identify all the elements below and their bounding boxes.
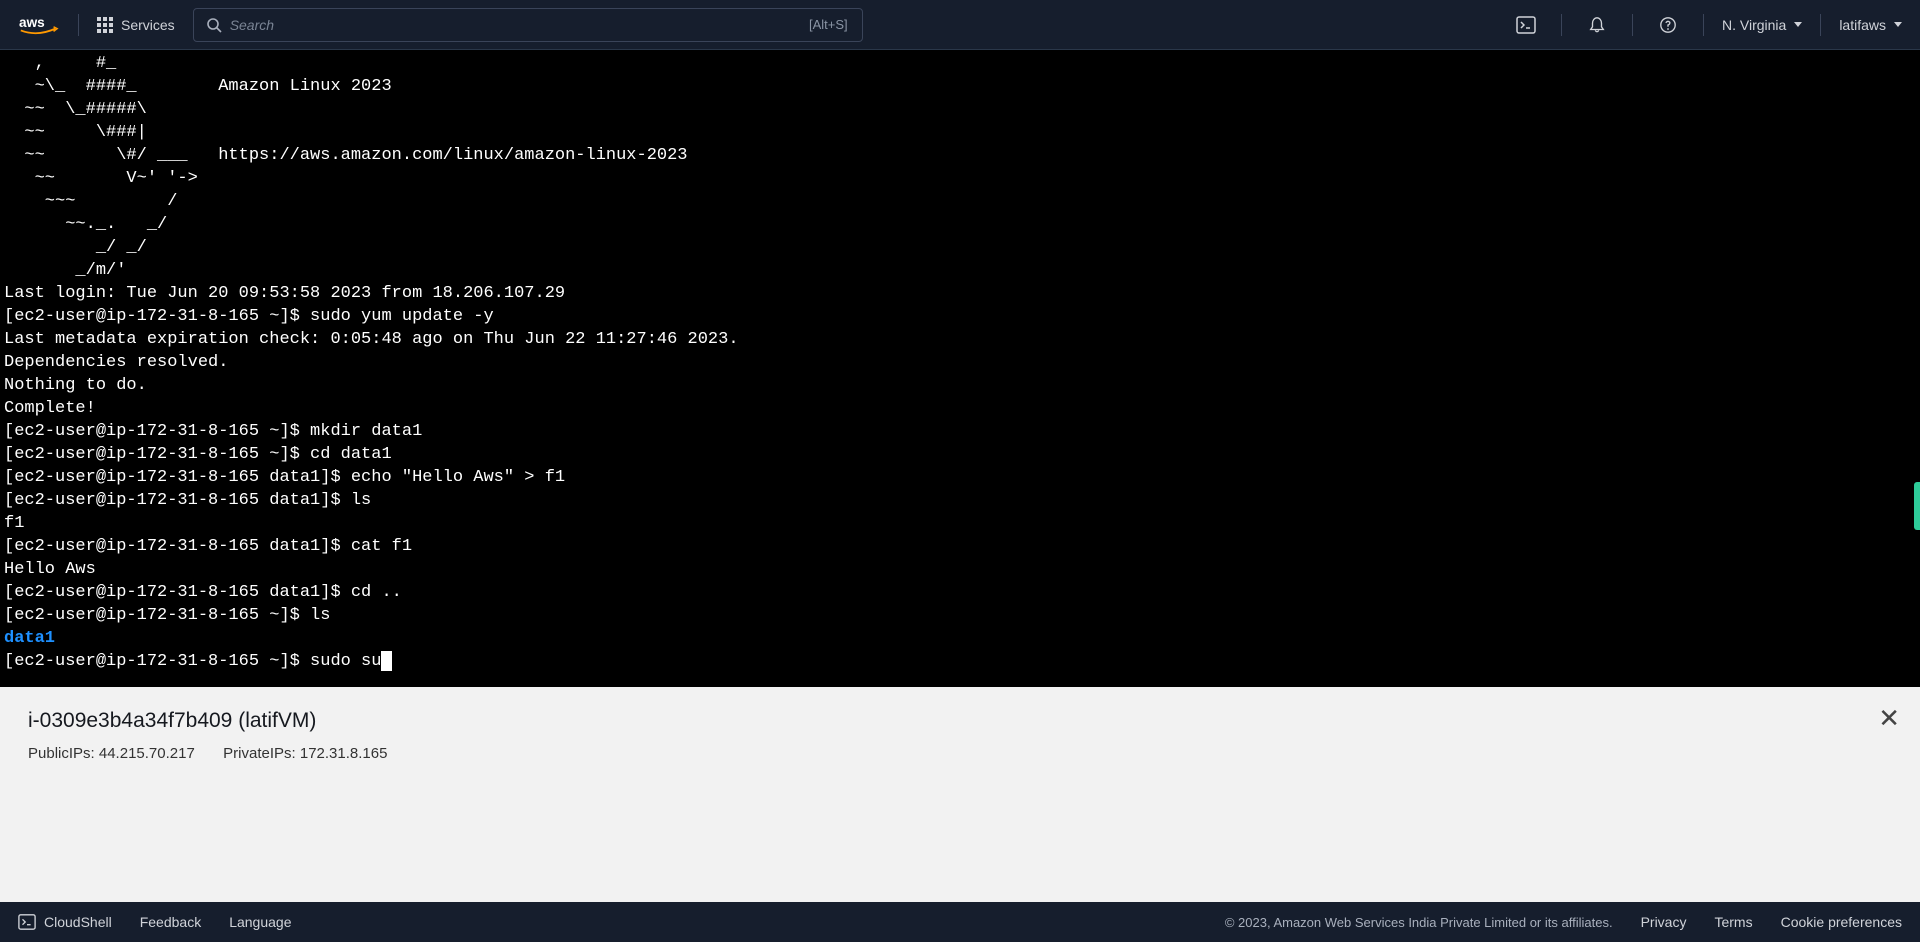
- account-selector[interactable]: latifaws: [1839, 17, 1902, 33]
- notifications-icon[interactable]: [1580, 8, 1614, 42]
- services-button[interactable]: Services: [97, 17, 175, 33]
- nav-separator: [1561, 14, 1562, 36]
- nav-separator: [1632, 14, 1633, 36]
- cookie-link[interactable]: Cookie preferences: [1781, 914, 1902, 930]
- region-selector[interactable]: N. Virginia: [1722, 17, 1802, 33]
- account-label: latifaws: [1839, 17, 1886, 33]
- terms-link[interactable]: Terms: [1714, 914, 1752, 930]
- close-icon[interactable]: ✕: [1878, 705, 1900, 731]
- search-icon: [206, 17, 222, 33]
- bottom-left: CloudShell Feedback Language: [18, 913, 292, 931]
- instance-title: i-0309e3b4a34f7b409 (latifVM): [28, 709, 1892, 733]
- nav-right: N. Virginia latifaws: [1509, 8, 1902, 42]
- search-shortcut-hint: [Alt+S]: [809, 17, 848, 32]
- terminal[interactable]: , #_ ~\_ ####_ Amazon Linux 2023 ~~ \_##…: [0, 50, 1920, 687]
- grid-icon: [97, 17, 113, 33]
- cloudshell-button[interactable]: CloudShell: [18, 913, 112, 931]
- cloudshell-icon[interactable]: [1509, 8, 1543, 42]
- region-label: N. Virginia: [1722, 17, 1786, 33]
- side-handle[interactable]: [1914, 482, 1920, 530]
- copyright-text: © 2023, Amazon Web Services India Privat…: [1225, 915, 1613, 930]
- chevron-down-icon: [1894, 22, 1902, 27]
- svg-text:aws: aws: [19, 15, 45, 30]
- nav-separator: [1703, 14, 1704, 36]
- aws-logo[interactable]: aws: [18, 15, 60, 35]
- help-icon[interactable]: [1651, 8, 1685, 42]
- top-nav: aws Services [Alt+S]: [0, 0, 1920, 50]
- instance-info-panel: ✕ i-0309e3b4a34f7b409 (latifVM) PublicIP…: [0, 687, 1920, 902]
- bottom-right: © 2023, Amazon Web Services India Privat…: [1225, 914, 1902, 930]
- instance-ips: PublicIPs: 44.215.70.217 PrivateIPs: 172…: [28, 745, 1892, 762]
- cloudshell-label: CloudShell: [44, 914, 112, 930]
- search-box[interactable]: [Alt+S]: [193, 8, 863, 42]
- nav-separator: [1820, 14, 1821, 36]
- cloudshell-icon: [18, 913, 36, 931]
- search-input[interactable]: [230, 17, 850, 33]
- feedback-link[interactable]: Feedback: [140, 914, 201, 930]
- language-link[interactable]: Language: [229, 914, 291, 930]
- bottom-bar: CloudShell Feedback Language © 2023, Ama…: [0, 902, 1920, 942]
- privacy-link[interactable]: Privacy: [1641, 914, 1687, 930]
- private-ip-value: 172.31.8.165: [300, 745, 388, 762]
- private-ip-label: PrivateIPs:: [223, 745, 296, 762]
- public-ip-value: 44.215.70.217: [99, 745, 195, 762]
- chevron-down-icon: [1794, 22, 1802, 27]
- services-label: Services: [121, 17, 175, 33]
- public-ip-label: PublicIPs:: [28, 745, 95, 762]
- nav-separator: [78, 14, 79, 36]
